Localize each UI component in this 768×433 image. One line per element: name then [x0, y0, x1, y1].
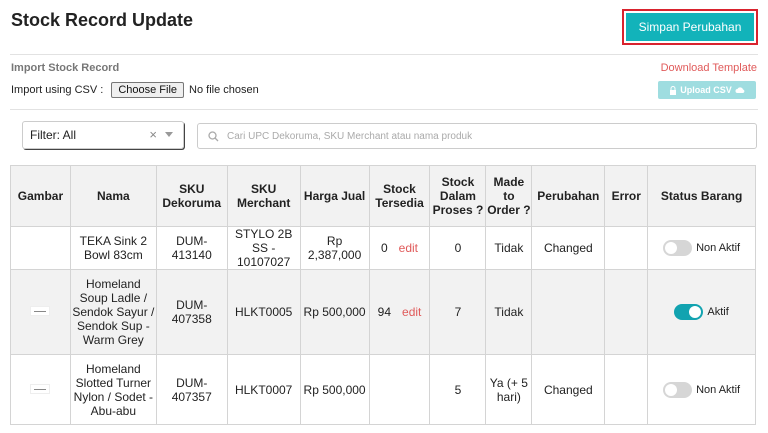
- import-row: Import using CSV : Choose File No file c…: [11, 82, 259, 98]
- import-csv-label: Import using CSV :: [11, 84, 104, 96]
- stock-dalam-proses: 0: [429, 226, 487, 270]
- harga-jual: Rp 500,000: [299, 354, 370, 425]
- save-button-highlight: Simpan Perubahan: [622, 9, 758, 45]
- import-section-title: Import Stock Record: [11, 62, 120, 74]
- status-cell: Non Aktif: [647, 354, 756, 425]
- sku-dekoruma: DUM-407357: [155, 354, 228, 425]
- error: [604, 269, 649, 355]
- page-title: Stock Record Update: [11, 10, 194, 30]
- status-cell: Non Aktif: [647, 226, 756, 270]
- upload-csv-button[interactable]: Upload CSV: [658, 81, 756, 99]
- table-row: Homeland Slotted Turner Nylon / Sodet - …: [10, 354, 756, 425]
- perubahan: Changed: [531, 354, 606, 425]
- product-image-cell: [10, 226, 71, 270]
- edit-stock-link[interactable]: edit: [402, 305, 421, 319]
- stock-tersedia-cell: 0 edit: [368, 226, 431, 270]
- download-template-link[interactable]: Download Template: [661, 62, 757, 74]
- product-name: Homeland Soup Ladle / Sendok Sayur / Sen…: [69, 269, 157, 355]
- col-header-sku-dekoruma: SKU Dekoruma: [155, 165, 228, 227]
- sku-merchant: HLKT0005: [226, 269, 301, 355]
- made-to-order: Tidak: [485, 269, 533, 355]
- col-header-made-to-order: Made to Order ?: [485, 165, 533, 227]
- chevron-down-icon[interactable]: [165, 132, 173, 137]
- choose-file-button[interactable]: Choose File: [111, 82, 185, 98]
- col-header-sku-merchant: SKU Merchant: [226, 165, 301, 227]
- col-header-nama: Nama: [69, 165, 157, 227]
- harga-jual: Rp 2,387,000: [299, 226, 370, 270]
- divider: [10, 54, 758, 55]
- status-label: Non Aktif: [696, 383, 741, 396]
- col-header-perubahan: Perubahan: [531, 165, 606, 227]
- col-header-status-barang: Status Barang: [647, 165, 756, 227]
- sku-merchant: STYLO 2B SS - 10107027: [226, 226, 301, 270]
- clear-filter-icon[interactable]: ×: [149, 127, 157, 142]
- product-name: TEKA Sink 2 Bowl 83cm: [69, 226, 157, 270]
- sku-dekoruma: DUM-407358: [155, 269, 228, 355]
- cloud-upload-icon: [735, 87, 745, 93]
- col-header-error: Error: [604, 165, 649, 227]
- product-name: Homeland Slotted Turner Nylon / Sodet - …: [69, 354, 157, 425]
- product-image-cell: [10, 354, 71, 425]
- edit-stock-link[interactable]: edit: [399, 241, 418, 255]
- filter-select[interactable]: Filter: All ×: [22, 121, 184, 149]
- filter-value: Filter: All: [30, 128, 77, 142]
- status-toggle[interactable]: [663, 381, 693, 398]
- error: [604, 226, 649, 270]
- save-changes-button[interactable]: Simpan Perubahan: [626, 13, 754, 41]
- made-to-order: Ya (+ 5 hari): [485, 354, 533, 425]
- col-header-gambar: Gambar: [10, 165, 71, 227]
- status-toggle[interactable]: [674, 304, 704, 320]
- status-label: Aktif: [707, 306, 729, 318]
- search-icon: [208, 130, 219, 141]
- col-header-harga-jual: Harga Jual: [299, 165, 370, 227]
- sku-dekoruma: DUM-413140: [155, 226, 228, 270]
- col-header-stock-tersedia: Stock Tersedia: [368, 165, 431, 227]
- stock-value: 0: [380, 241, 388, 255]
- product-thumbnail[interactable]: [30, 306, 51, 316]
- error: [604, 354, 649, 425]
- search-input[interactable]: [227, 130, 727, 142]
- status-label: Non Aktif: [696, 242, 741, 254]
- lock-icon: [670, 85, 677, 95]
- no-file-text: No file chosen: [189, 84, 259, 96]
- stock-dalam-proses: 5: [429, 354, 487, 425]
- made-to-order: Tidak: [485, 226, 533, 270]
- status-cell: Aktif: [647, 269, 756, 355]
- upload-csv-label: Upload CSV: [680, 85, 732, 95]
- harga-jual: Rp 500,000: [299, 269, 370, 355]
- stock-tersedia-cell: [368, 354, 431, 425]
- perubahan: Changed: [531, 226, 606, 270]
- stock-tersedia-cell: 94 edit: [368, 269, 431, 355]
- table-header-row: Gambar Nama SKU Dekoruma SKU Merchant Ha…: [10, 165, 756, 227]
- stock-value: 94: [377, 305, 392, 319]
- search-bar: [197, 123, 757, 149]
- stock-table: Gambar Nama SKU Dekoruma SKU Merchant Ha…: [10, 165, 756, 425]
- table-row: Homeland Soup Ladle / Sendok Sayur / Sen…: [10, 269, 756, 355]
- product-image-cell: [10, 269, 71, 355]
- product-thumbnail[interactable]: [30, 383, 51, 394]
- perubahan: [531, 269, 606, 355]
- table-row: TEKA Sink 2 Bowl 83cm DUM-413140 STYLO 2…: [10, 226, 756, 270]
- stock-dalam-proses: 7: [429, 269, 487, 355]
- col-header-stock-dalam-proses: Stock Dalam Proses ?: [429, 165, 487, 227]
- sku-merchant: HLKT0007: [226, 354, 301, 425]
- status-toggle[interactable]: [663, 240, 693, 256]
- divider: [10, 109, 758, 110]
